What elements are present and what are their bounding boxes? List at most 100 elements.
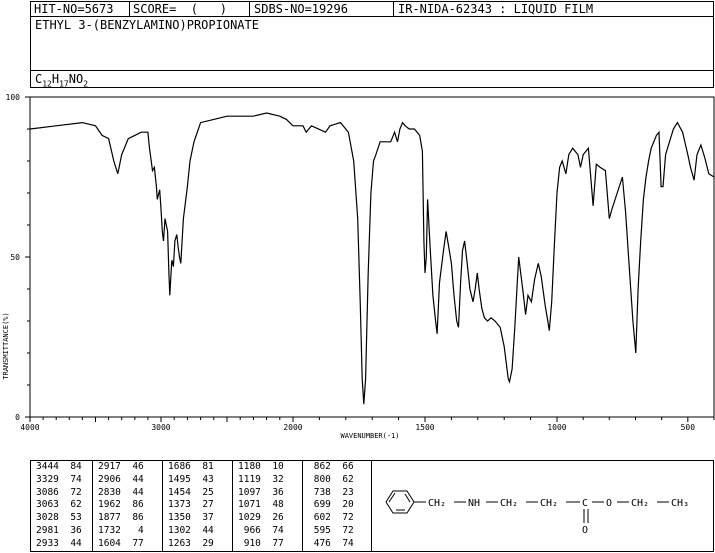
y-tick-label: 100 bbox=[6, 93, 21, 102]
peak-row: 966 74 bbox=[233, 525, 302, 538]
peak-transmittance: 48 bbox=[260, 499, 284, 511]
peak-row: 1263 29 bbox=[163, 538, 232, 551]
peak-transmittance: 72 bbox=[330, 512, 354, 524]
peak-wavenumber: 595 bbox=[308, 524, 331, 536]
peak-transmittance: 43 bbox=[190, 473, 214, 485]
peak-wavenumber: 800 bbox=[308, 473, 331, 485]
peak-transmittance: 81 bbox=[190, 461, 214, 472]
peak-row: 3063 62 bbox=[31, 499, 92, 512]
peak-transmittance: 53 bbox=[58, 512, 82, 524]
peak-wavenumber: 2981 bbox=[36, 524, 59, 536]
carbonyl-carbon: C bbox=[582, 498, 588, 509]
peak-transmittance: 26 bbox=[260, 512, 284, 524]
peak-transmittance: 74 bbox=[58, 473, 82, 485]
peak-transmittance: 36 bbox=[260, 486, 284, 498]
peak-row: 800 62 bbox=[303, 474, 373, 487]
peak-transmittance: 46 bbox=[120, 461, 144, 472]
score: SCORE= ( ) bbox=[133, 2, 227, 16]
x-axis-label: WAVENUMBER(-1) bbox=[340, 432, 399, 440]
peak-transmittance: 27 bbox=[190, 499, 214, 511]
peak-transmittance: 4 bbox=[120, 524, 144, 536]
peak-row: 1732 4 bbox=[93, 525, 162, 538]
peak-transmittance: 36 bbox=[58, 524, 82, 536]
peak-wavenumber: 862 bbox=[308, 461, 331, 472]
peak-row: 1495 43 bbox=[163, 474, 232, 487]
ch2-group: CH₂ bbox=[428, 498, 446, 509]
header-bar: HIT-NO=5673 SCORE= ( ) SDBS-NO=19296 IR-… bbox=[30, 1, 714, 17]
peak-row: 738 23 bbox=[303, 487, 373, 500]
formula-box: C12H17NO2 bbox=[30, 70, 714, 88]
peak-wavenumber: 2906 bbox=[98, 473, 121, 485]
peak-row: 3444 84 bbox=[31, 461, 92, 474]
peak-column: 1180 10 1119 32 1097 36 1071 48 1029 26 966 … bbox=[233, 461, 303, 551]
peak-row: 1686 81 bbox=[163, 461, 232, 474]
y-axis-label: TRANSMITTANCE(%) bbox=[2, 312, 10, 379]
peak-wavenumber: 1495 bbox=[168, 473, 191, 485]
peak-wavenumber: 2830 bbox=[98, 486, 121, 498]
x-tick-label: 2000 bbox=[283, 423, 302, 432]
peak-wavenumber: 1454 bbox=[168, 486, 191, 498]
peak-wavenumber: 1180 bbox=[238, 461, 261, 472]
plot-frame bbox=[29, 96, 715, 418]
peak-row: 1029 26 bbox=[233, 512, 302, 525]
x-tick-label: 1000 bbox=[547, 423, 566, 432]
peak-row: 1180 10 bbox=[233, 461, 302, 474]
chemical-structure: CH₂ NH CH₂ CH₂ C O O CH₂ CH₃ bbox=[385, 490, 689, 536]
peak-wavenumber: 3444 bbox=[36, 461, 59, 472]
hit-number: HIT-NO=5673 bbox=[34, 2, 114, 16]
nh-group: NH bbox=[468, 498, 480, 509]
peak-wavenumber: 1119 bbox=[238, 473, 261, 485]
x-tick-label: 500 bbox=[681, 423, 696, 432]
peak-wavenumber: 699 bbox=[308, 499, 331, 511]
peak-table: 3444 84 3329 74 3086 72 3063 62 3028 53 2981 … bbox=[30, 460, 372, 552]
peak-row: 3086 72 bbox=[31, 487, 92, 500]
peak-wavenumber: 1263 bbox=[168, 537, 191, 549]
peak-row: 1071 48 bbox=[233, 499, 302, 512]
peak-transmittance: 86 bbox=[120, 512, 144, 524]
peak-row: 699 20 bbox=[303, 499, 373, 512]
peak-row: 476 74 bbox=[303, 538, 373, 551]
peak-row: 2981 36 bbox=[31, 525, 92, 538]
peak-row: 1097 36 bbox=[233, 487, 302, 500]
peak-row: 3329 74 bbox=[31, 474, 92, 487]
peak-transmittance: 62 bbox=[58, 499, 82, 511]
carbonyl-oxygen: O bbox=[582, 525, 588, 536]
peak-wavenumber: 1877 bbox=[98, 512, 121, 524]
x-tick-label: 4000 bbox=[20, 423, 39, 432]
peak-transmittance: 32 bbox=[260, 473, 284, 485]
compound-name: ETHYL 3-(BENZYLAMINO)PROPIONATE bbox=[35, 18, 259, 32]
peak-row: 910 77 bbox=[233, 538, 302, 551]
peak-wavenumber: 3086 bbox=[36, 486, 59, 498]
peak-wavenumber: 1962 bbox=[98, 499, 121, 511]
ir-spectrum-chart: 1005004000 3000 2000 1500 1000 500 WAVENUMBER… bbox=[2, 93, 715, 440]
peak-row: 2933 44 bbox=[31, 538, 92, 551]
peak-row: 1350 37 bbox=[163, 512, 232, 525]
peak-transmittance: 44 bbox=[58, 537, 82, 549]
peak-wavenumber: 1732 bbox=[98, 524, 121, 536]
peak-transmittance: 10 bbox=[260, 461, 284, 472]
peak-wavenumber: 3028 bbox=[36, 512, 59, 524]
peak-transmittance: 37 bbox=[190, 512, 214, 524]
peak-wavenumber: 476 bbox=[308, 537, 331, 549]
peak-row: 1962 86 bbox=[93, 499, 162, 512]
peak-row: 1454 25 bbox=[163, 487, 232, 500]
peak-transmittance: 66 bbox=[330, 461, 354, 472]
y-tick-label: 50 bbox=[10, 253, 20, 262]
peak-wavenumber: 1071 bbox=[238, 499, 261, 511]
peak-wavenumber: 3063 bbox=[36, 499, 59, 511]
peak-transmittance: 86 bbox=[120, 499, 144, 511]
peak-wavenumber: 2933 bbox=[36, 537, 59, 549]
peak-wavenumber: 1604 bbox=[98, 537, 121, 549]
peak-column: 1686 81 1495 43 1454 25 1373 27 1350 37 1302 … bbox=[163, 461, 233, 551]
peak-transmittance: 74 bbox=[330, 537, 354, 549]
peak-row: 862 66 bbox=[303, 461, 373, 474]
peak-transmittance: 72 bbox=[58, 486, 82, 498]
structure-box: CH₂ NH CH₂ CH₂ C O O CH₂ CH₃ bbox=[372, 460, 714, 552]
peak-wavenumber: 738 bbox=[308, 486, 331, 498]
peak-transmittance: 29 bbox=[190, 537, 214, 549]
peak-row: 1373 27 bbox=[163, 499, 232, 512]
peak-transmittance: 25 bbox=[190, 486, 214, 498]
y-tick-label: 0 bbox=[15, 413, 20, 422]
compound-name-box: ETHYL 3-(BENZYLAMINO)PROPIONATE bbox=[30, 16, 714, 71]
peak-row: 3028 53 bbox=[31, 512, 92, 525]
